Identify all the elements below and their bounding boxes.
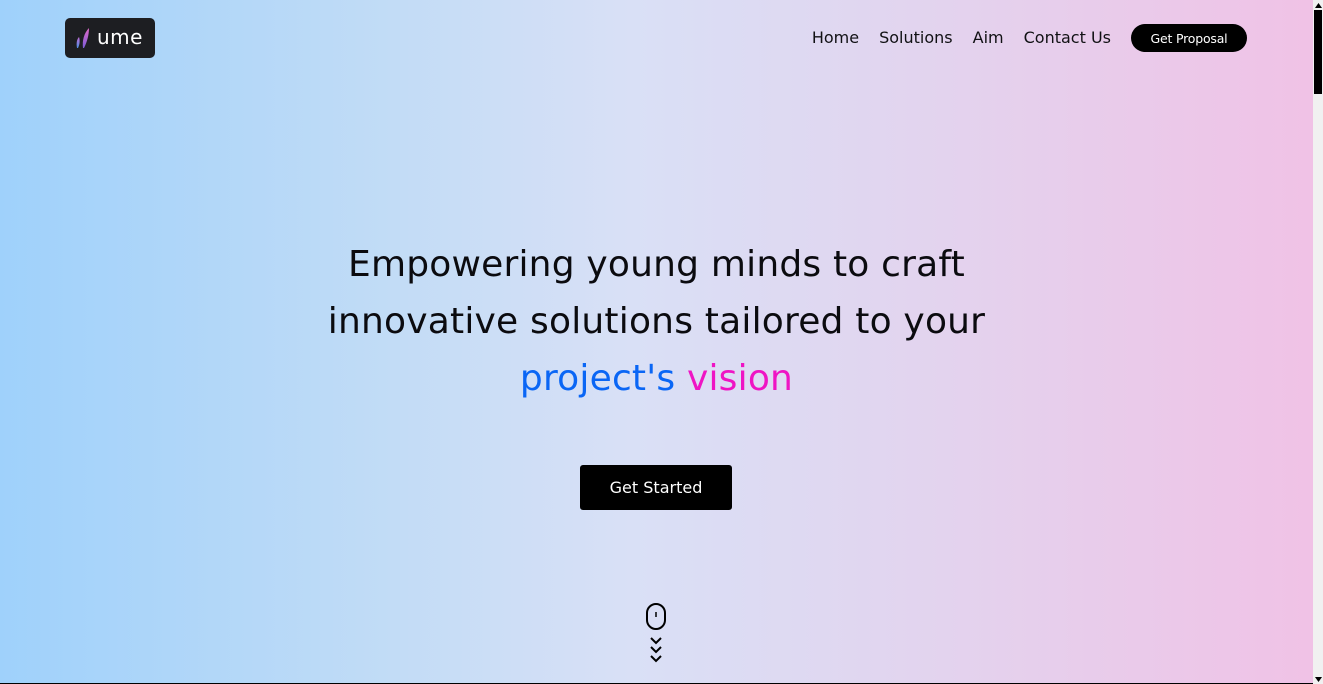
- nav-aim[interactable]: Aim: [973, 24, 1004, 52]
- scrollbar-thumb[interactable]: [1314, 10, 1322, 94]
- nav-contact-us[interactable]: Contact Us: [1024, 24, 1111, 52]
- get-started-button[interactable]: Get Started: [580, 465, 732, 510]
- brand-logo[interactable]: ume: [65, 18, 155, 58]
- mouse-scroll-icon[interactable]: [645, 603, 667, 667]
- hero-title-line-2: innovative solutions tailored to your: [327, 301, 986, 342]
- landing-page: ume Home Solutions Aim Contact Us Get Pr…: [0, 0, 1313, 684]
- nav-home[interactable]: Home: [812, 24, 859, 52]
- ume-logo-mark-icon: [76, 28, 89, 48]
- hero-highlight-vision: vision: [686, 358, 794, 399]
- hero-highlight-projects: project's: [519, 358, 676, 399]
- vertical-scrollbar[interactable]: [1313, 0, 1323, 684]
- hero-title-line-3: project's vision: [0, 350, 1313, 407]
- hero-title-line-1: Empowering young minds to craft: [348, 244, 965, 285]
- hero-section: Empowering young minds to craft innovati…: [0, 236, 1313, 407]
- scroll-down-arrow-icon[interactable]: [1314, 675, 1322, 683]
- scroll-up-arrow-icon[interactable]: [1314, 1, 1322, 9]
- get-proposal-button[interactable]: Get Proposal: [1131, 24, 1247, 52]
- main-nav: Home Solutions Aim Contact Us Get Propos…: [812, 24, 1247, 52]
- nav-solutions[interactable]: Solutions: [879, 24, 953, 52]
- logo-text: ume: [97, 24, 143, 49]
